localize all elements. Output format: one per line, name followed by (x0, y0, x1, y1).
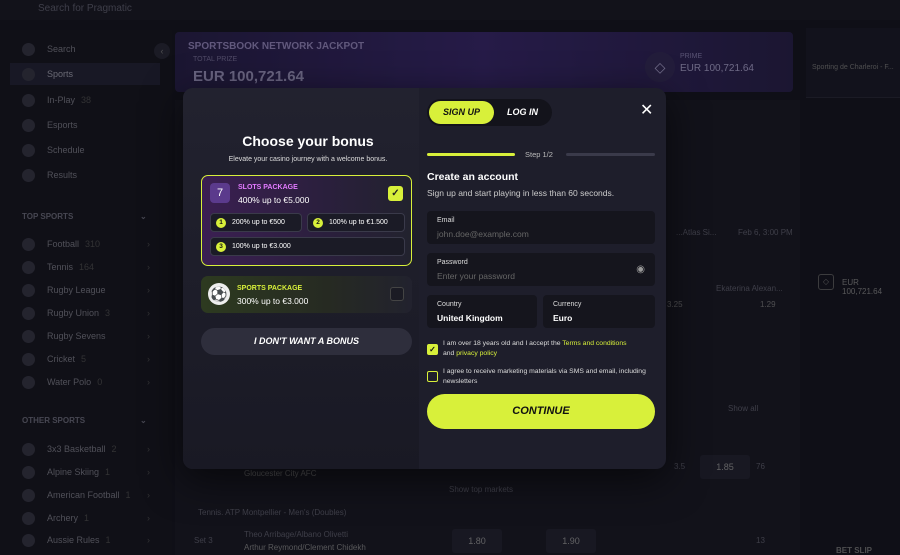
password-placeholder: Enter your password (437, 271, 515, 281)
currency-value: Euro (553, 313, 573, 323)
signup-modal: Choose your bonus Elevate your casino jo… (183, 88, 666, 469)
marketing-text: I agree to receive marketing materials v… (443, 368, 646, 385)
bonus-title: Choose your bonus (242, 133, 374, 149)
slots-package-desc: 400% up to €5.000 (238, 195, 310, 205)
auth-tabs: SIGN UP LOG IN (427, 99, 552, 126)
privacy-link[interactable]: privacy policy (456, 350, 497, 357)
checkbox-unchecked-icon[interactable] (390, 287, 404, 301)
email-placeholder: john.doe@example.com (437, 229, 529, 239)
password-field[interactable]: Password Enter your password ◉ (427, 253, 655, 286)
slots-package-card[interactable]: 7 SLOTS PACKAGE 400% up to €5.000 ✓ 1 200… (201, 175, 412, 266)
currency-label: Currency (553, 301, 582, 308)
create-account-subtitle: Sign up and start playing in less than 6… (427, 188, 615, 198)
password-label: Password (437, 259, 468, 266)
terms-checkbox[interactable]: ✓ (427, 344, 438, 355)
football-icon: ⚽ (208, 283, 230, 305)
currency-select[interactable]: Currency Euro (543, 295, 655, 328)
eye-icon[interactable]: ◉ (636, 264, 645, 275)
close-icon[interactable]: ✕ (640, 100, 653, 120)
tab-log-in[interactable]: LOG IN (495, 101, 550, 124)
sports-package-card[interactable]: ⚽ SPORTS PACKAGE 300% up to €3.000 (201, 276, 412, 313)
offer-3: 3 100% up to €3.000 (210, 237, 405, 256)
continue-button[interactable]: CONTINUE (427, 394, 655, 429)
country-label: Country (437, 301, 462, 308)
bonus-panel: Choose your bonus Elevate your casino jo… (183, 88, 419, 469)
marketing-checkbox[interactable] (427, 371, 438, 382)
country-value: United Kingdom (437, 313, 503, 323)
bonus-subtitle: Elevate your casino journey with a welco… (228, 156, 388, 163)
checkbox-checked-icon[interactable]: ✓ (388, 186, 403, 201)
step-progress-active (427, 153, 515, 156)
offer-2: 2 100% up to €1.500 (307, 213, 405, 232)
no-bonus-button[interactable]: I DON'T WANT A BONUS (201, 328, 412, 355)
slots-icon: 7 (210, 183, 230, 203)
sports-package-name: SPORTS PACKAGE (237, 285, 303, 292)
create-account-title: Create an account (427, 171, 519, 183)
email-field[interactable]: Email john.doe@example.com (427, 211, 655, 244)
tab-sign-up[interactable]: SIGN UP (429, 101, 494, 124)
email-label: Email (437, 217, 455, 224)
step-indicator: Step 1/2 (525, 150, 553, 159)
offer-1: 1 200% up to €500 (210, 213, 302, 232)
sports-package-desc: 300% up to €3.000 (237, 296, 309, 306)
slots-package-name: SLOTS PACKAGE (238, 184, 298, 191)
terms-link[interactable]: Terms and conditions (562, 340, 626, 347)
country-select[interactable]: Country United Kingdom (427, 295, 537, 328)
step-progress-inactive (566, 153, 655, 156)
terms-text: I am over 18 years old and I accept the … (443, 340, 627, 357)
